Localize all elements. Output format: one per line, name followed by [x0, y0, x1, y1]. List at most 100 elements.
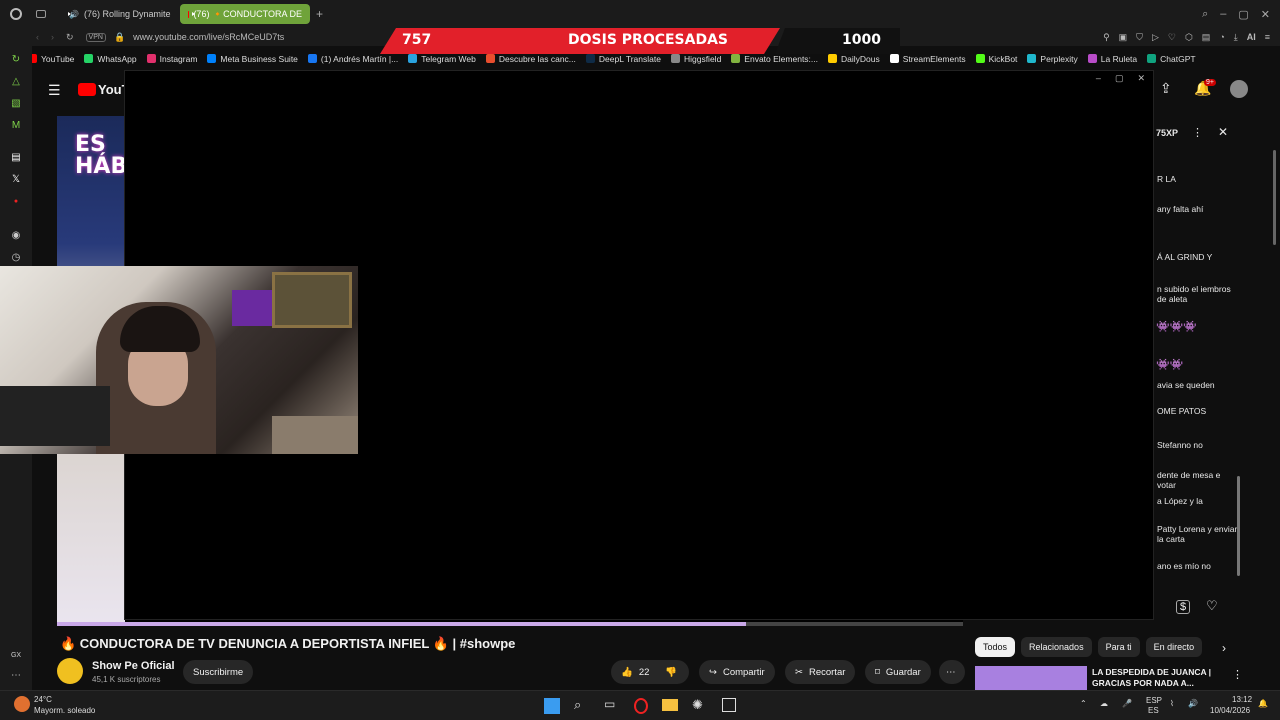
opera-logo-icon[interactable]: [10, 8, 22, 20]
bookmark-item[interactable]: Perplexity: [1027, 54, 1078, 64]
more-actions-button[interactable]: ⋯: [939, 660, 965, 684]
heart-icon[interactable]: ♡: [1168, 32, 1176, 43]
file-explorer-icon[interactable]: [662, 699, 678, 711]
weather-icon[interactable]: [14, 696, 30, 712]
bookmark-item[interactable]: Descubre las canc...: [485, 54, 576, 64]
bookmark-item[interactable]: Meta Business Suite: [207, 54, 298, 64]
notification-icon[interactable]: 🔔: [1258, 699, 1268, 708]
like-chat-icon[interactable]: ♡: [1206, 598, 1218, 614]
bookmark-item[interactable]: Instagram: [146, 54, 197, 64]
new-tab-button[interactable]: +: [316, 7, 323, 21]
maximize-icon[interactable]: ▢: [1238, 8, 1248, 21]
extensions-icon[interactable]: ⬡: [1185, 32, 1193, 43]
play-icon[interactable]: ▷: [1152, 32, 1159, 43]
bookmark-item[interactable]: YouTube: [28, 54, 74, 64]
save-button[interactable]: ⌑ Guardar: [865, 660, 931, 684]
clip-button[interactable]: ✂ Recortar: [785, 660, 856, 684]
gx-icon[interactable]: GX: [10, 650, 22, 662]
bookmark-item[interactable]: DailyDous: [828, 54, 880, 64]
upload-icon[interactable]: ⇪: [1160, 80, 1172, 97]
bookmark-item[interactable]: Envato Elements:...: [731, 54, 818, 64]
messenger-icon[interactable]: M: [10, 120, 22, 132]
channel-avatar[interactable]: [57, 658, 83, 684]
start-icon[interactable]: [544, 698, 560, 714]
tab-rolling-dynamite[interactable]: 🔊 (76) Rolling Dynamite: [56, 4, 176, 24]
recommended-video[interactable]: LA DESPEDIDA DE JUANCA | GRACIAS POR NAD…: [975, 666, 1245, 690]
chips-next-icon[interactable]: ›: [1222, 641, 1226, 655]
window-close-icon[interactable]: ✕: [1137, 73, 1145, 84]
chat-scrollbar[interactable]: [1237, 476, 1240, 576]
back-icon[interactable]: ‹: [36, 32, 39, 42]
page-scrollbar[interactable]: [1273, 150, 1276, 245]
tray-mic-icon[interactable]: 🎤: [1122, 699, 1132, 708]
chat-menu-icon[interactable]: ⋮: [1192, 126, 1203, 139]
workspaces-icon[interactable]: [36, 10, 46, 18]
bookmark-item[interactable]: (1) Andrés Martín |...: [307, 54, 398, 64]
like-button[interactable]: 👍 22 👎: [611, 660, 689, 684]
recommended-menu-icon[interactable]: ⋮: [1232, 668, 1243, 681]
chip-todos[interactable]: Todos: [975, 637, 1016, 657]
opera-icon[interactable]: [634, 698, 648, 714]
pin-icon[interactable]: ⚲: [1103, 32, 1110, 43]
shield-icon[interactable]: ⛉: [1136, 32, 1143, 43]
menu-icon[interactable]: ≡: [1265, 32, 1270, 43]
more-icon[interactable]: ⋯: [10, 670, 22, 682]
flow-icon[interactable]: ↻: [10, 54, 22, 66]
video-progress-track[interactable]: [57, 622, 963, 626]
profile-icon[interactable]: ◔: [1219, 32, 1224, 43]
url-field[interactable]: www.youtube.com/live/sRcMCeUD7ts: [133, 32, 284, 42]
clock-time[interactable]: 13:12: [1232, 695, 1252, 704]
chatgpt-icon[interactable]: ✺: [692, 697, 703, 713]
chip-en-directo[interactable]: En directo: [1145, 637, 1203, 657]
tray-chevron-icon[interactable]: ⌃: [1080, 699, 1087, 708]
share-button[interactable]: ↪ Compartir: [699, 660, 775, 684]
bookmark-item[interactable]: La Ruleta: [1087, 54, 1137, 64]
window-minimize-icon[interactable]: –: [1096, 73, 1101, 84]
chip-para-ti[interactable]: Para ti: [1097, 637, 1140, 657]
close-icon[interactable]: ✕: [1261, 8, 1270, 21]
bookmark-item[interactable]: DeepL Translate: [585, 54, 661, 64]
window-maximize-icon[interactable]: ▢: [1115, 73, 1124, 84]
bookmark-item[interactable]: StreamElements: [889, 54, 966, 64]
aria-icon[interactable]: △: [10, 76, 22, 88]
vpn-badge[interactable]: VPN: [85, 32, 106, 42]
tab-conductora[interactable]: (76) 🔸CONDUCTORA DE: [180, 4, 310, 24]
lang-top[interactable]: ESP: [1146, 696, 1162, 705]
pinboard-icon[interactable]: ▧: [10, 98, 22, 110]
hamburger-menu-icon[interactable]: ☰: [48, 82, 61, 99]
bookmark-item[interactable]: ChatGPT: [1147, 54, 1196, 64]
search-icon[interactable]: ⌕: [1202, 8, 1208, 21]
history-icon[interactable]: ◷: [10, 252, 22, 264]
youtube-logo-icon[interactable]: [78, 83, 96, 96]
avatar[interactable]: [1230, 80, 1248, 98]
download-icon[interactable]: ⤓: [1234, 32, 1238, 43]
record-icon[interactable]: ●: [10, 196, 22, 208]
bookmark-item[interactable]: KickBot: [975, 54, 1017, 64]
subscribe-button[interactable]: Suscribirme: [183, 660, 254, 684]
network-icon[interactable]: ⌇: [1170, 699, 1174, 708]
donate-icon[interactable]: $: [1176, 600, 1191, 614]
bookmark-item[interactable]: WhatsApp: [84, 54, 137, 64]
ai-button[interactable]: AI: [1247, 32, 1256, 43]
chat-close-icon[interactable]: ✕: [1218, 125, 1228, 139]
channel-name[interactable]: Show Pe Oficial: [92, 660, 175, 672]
bookmark-item[interactable]: Higgsfield: [670, 54, 721, 64]
bookmark-item[interactable]: Telegram Web: [408, 54, 476, 64]
task-view-icon[interactable]: ▭: [604, 697, 615, 711]
forward-icon[interactable]: ›: [51, 32, 54, 42]
thumbs-down-icon[interactable]: 👎: [665, 667, 677, 678]
clock-date[interactable]: 10/04/2026: [1210, 706, 1250, 715]
app-icon[interactable]: [722, 698, 736, 712]
chip-relacionados[interactable]: Relacionados: [1021, 637, 1092, 657]
minimize-icon[interactable]: –: [1220, 8, 1226, 21]
twitch-icon[interactable]: ▤: [10, 152, 22, 164]
volume-icon[interactable]: 🔊: [1188, 699, 1198, 708]
x-icon[interactable]: 𝕏: [10, 174, 22, 186]
tray-app-icon[interactable]: ☁: [1100, 699, 1108, 708]
chat-message: dente de mesa e votar: [1157, 470, 1221, 490]
snapshot-icon[interactable]: ▣: [1119, 32, 1128, 43]
search-icon[interactable]: ⌕: [574, 697, 581, 713]
player-icon[interactable]: ◉: [10, 230, 22, 242]
wallet-icon[interactable]: ▤: [1202, 32, 1211, 43]
reload-icon[interactable]: ↻: [66, 32, 74, 43]
